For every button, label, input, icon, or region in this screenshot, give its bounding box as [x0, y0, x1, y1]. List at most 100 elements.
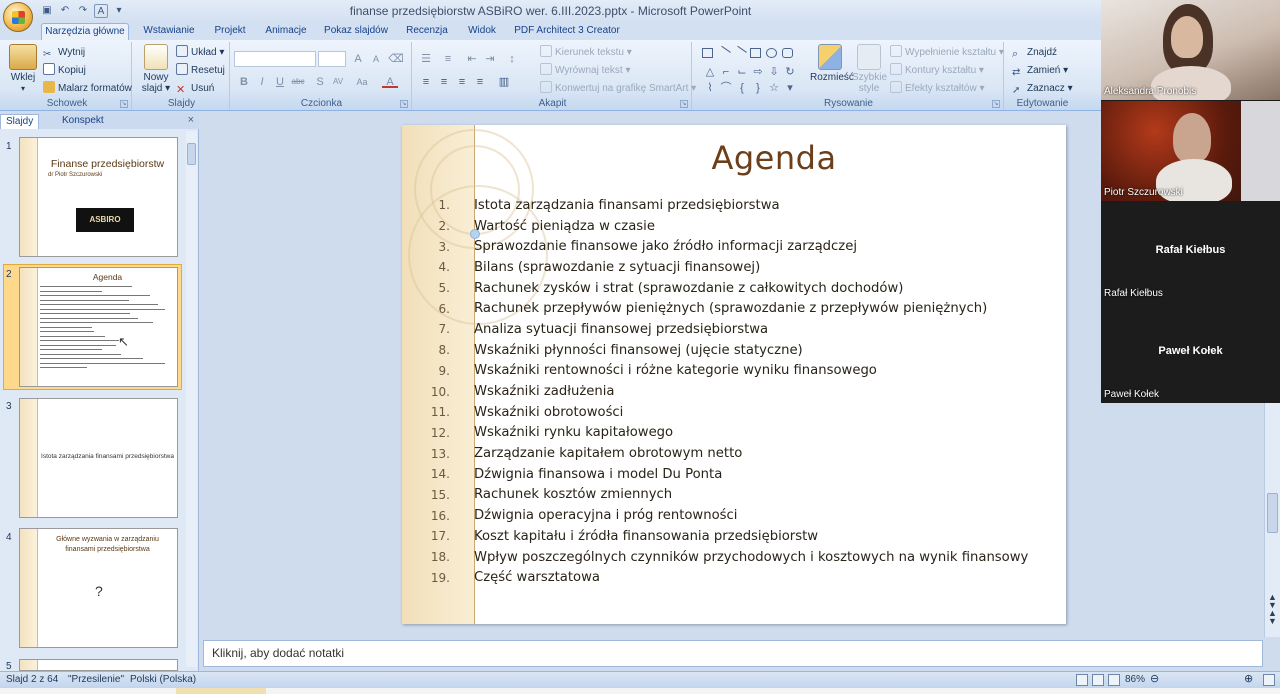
office-button[interactable]	[3, 2, 33, 32]
italic-button[interactable]: I	[254, 74, 270, 90]
select-button[interactable]: ➚ Zaznacz ▾	[1012, 81, 1073, 97]
normal-view-icon[interactable]	[1076, 674, 1088, 686]
tab-slides[interactable]: Slajdy	[0, 114, 40, 129]
layout-button[interactable]: Układ ▾	[176, 45, 224, 61]
slide-canvas[interactable]: Agenda 1. Istota zarządzania finansami pr…	[402, 125, 1066, 624]
tab-outline[interactable]: Konspekt	[57, 114, 109, 129]
shape-outline-button[interactable]: Kontury kształtu ▾	[890, 63, 984, 79]
align-right-icon[interactable]: ≡	[454, 74, 470, 90]
text-direction-button[interactable]: Kierunek tekstu ▾	[540, 45, 632, 61]
thumbnails-scrollbar[interactable]	[186, 131, 197, 667]
char-spacing-button[interactable]: AV	[330, 74, 346, 90]
slide-thumbnail-5[interactable]	[19, 659, 178, 671]
slide-thumbnail-4[interactable]: Główne wyzwania w zarządzaniu finansami …	[19, 528, 178, 648]
align-left-icon[interactable]: ≡	[418, 74, 434, 90]
font-launcher-icon[interactable]: ↘	[400, 100, 408, 108]
tab-view[interactable]: Widok	[462, 23, 502, 40]
language-indicator[interactable]: Polski (Polska)	[130, 674, 196, 685]
delete-slide-button[interactable]: ✕ Usuń	[176, 81, 214, 97]
shapes-more-icon[interactable]: ▾	[782, 80, 798, 96]
scroll-thumb[interactable]	[187, 143, 196, 165]
change-case-button[interactable]: Aa	[354, 74, 370, 90]
bullets-icon[interactable]: ☰	[418, 51, 434, 67]
prev-next-slide-icon[interactable]: ▲ ▼ ▲ ▼	[1268, 593, 1277, 626]
columns-icon[interactable]: ▥	[496, 74, 512, 90]
shape-line-icon[interactable]	[716, 45, 731, 61]
shape-rounded-rect-icon[interactable]	[782, 48, 793, 58]
bold-button[interactable]: B	[236, 74, 252, 90]
shape-brace-icon[interactable]: }	[750, 80, 766, 96]
video-tile-rafal[interactable]: Rafał Kiełbus Rafał Kiełbus	[1101, 202, 1280, 302]
increase-indent-icon[interactable]: ⇥	[482, 51, 498, 67]
shrink-font-button[interactable]: A	[368, 51, 384, 67]
justify-icon[interactable]: ≡	[472, 74, 488, 90]
font-size-combo[interactable]	[318, 51, 346, 67]
shape-effects-button[interactable]: Efekty kształtów ▾	[890, 81, 985, 97]
pane-close-icon[interactable]: ×	[188, 114, 194, 126]
tab-home[interactable]: Narzędzia główne	[41, 23, 129, 40]
font-color-button[interactable]: A	[382, 74, 398, 88]
quick-styles-button[interactable]: Szybkie style	[852, 44, 887, 94]
shape-arrow-icon[interactable]	[732, 45, 747, 61]
numbering-icon[interactable]: ≡	[440, 51, 456, 67]
scroll-thumb[interactable]	[1267, 493, 1278, 533]
tab-slideshow[interactable]: Pokaz slajdów	[320, 23, 392, 40]
line-spacing-icon[interactable]: ↕	[504, 51, 520, 67]
zoom-in-icon[interactable]: ⊕	[1244, 672, 1253, 685]
video-tile-pawel[interactable]: Paweł Kołek Paweł Kołek	[1101, 303, 1280, 403]
notes-pane[interactable]: Kliknij, aby dodać notatki	[203, 640, 1263, 667]
slideshow-view-icon[interactable]	[1108, 674, 1120, 686]
arrange-button[interactable]: Rozmieść	[810, 44, 854, 83]
tab-review[interactable]: Recenzja	[401, 23, 453, 40]
underline-button[interactable]: U	[272, 74, 288, 90]
font-family-combo[interactable]	[234, 51, 316, 67]
find-button[interactable]: ⌕ Znajdź	[1012, 45, 1057, 61]
reset-button[interactable]: Resetuj	[176, 63, 225, 79]
shape-elbow-icon[interactable]: ⌐	[718, 64, 734, 80]
shape-right-arrow-icon[interactable]: ⇨	[750, 64, 766, 80]
shape-bracket-icon[interactable]: {	[734, 80, 750, 96]
clipboard-launcher-icon[interactable]: ↘	[120, 100, 128, 108]
zoom-level[interactable]: 86%	[1125, 674, 1145, 685]
strikethrough-button[interactable]: abc	[290, 74, 306, 90]
video-tile-piotr[interactable]: Piotr Szczurowski	[1101, 101, 1280, 201]
agenda-list[interactable]: 1. Istota zarządzania finansami przedsięb…	[426, 195, 1028, 588]
shape-star-icon[interactable]: ☆	[766, 80, 782, 96]
shape-textbox-icon[interactable]	[702, 48, 713, 58]
slide-title[interactable]: Agenda	[662, 139, 886, 177]
copy-button[interactable]: Kopiuj	[43, 63, 86, 79]
shape-fill-button[interactable]: Wypełnienie kształtu ▾	[890, 45, 1004, 61]
shape-oval-icon[interactable]	[766, 48, 777, 58]
decrease-indent-icon[interactable]: ⇤	[464, 51, 480, 67]
slide-thumbnail-3[interactable]: Istota zarządzania finansami przedsiębio…	[19, 398, 178, 518]
slide-thumbnail-2[interactable]: Agenda ↖	[19, 267, 178, 387]
replace-button[interactable]: ⇄ Zamień ▾	[1012, 63, 1068, 79]
paragraph-launcher-icon[interactable]: ↘	[680, 100, 688, 108]
shape-connector-icon[interactable]: ⌙	[734, 64, 750, 80]
slide-sorter-icon[interactable]	[1092, 674, 1104, 686]
align-center-icon[interactable]: ≡	[436, 74, 452, 90]
align-text-button[interactable]: Wyrównaj tekst ▾	[540, 63, 631, 79]
shape-triangle-icon[interactable]: △	[702, 64, 718, 80]
zoom-out-icon[interactable]: ⊖	[1150, 672, 1159, 685]
tab-pdf-architect[interactable]: PDF Architect 3 Creator	[511, 23, 623, 40]
shape-freeform-icon[interactable]: ⌇	[702, 80, 718, 96]
drawing-launcher-icon[interactable]: ↘	[992, 100, 1000, 108]
slide-thumbnail-1[interactable]: Finanse przedsiębiorstw dr Piotr Szczuro…	[19, 137, 178, 257]
shape-rectangle-icon[interactable]	[750, 48, 761, 58]
new-slide-button[interactable]: Nowy slajd ▾	[138, 44, 174, 94]
shape-arc-icon[interactable]: ⌒	[718, 80, 734, 96]
shape-down-arrow-icon[interactable]: ⇩	[766, 64, 782, 80]
shape-curve-icon[interactable]: ↻	[782, 64, 798, 80]
format-painter-button[interactable]: Malarz formatów	[43, 81, 132, 97]
fit-slide-icon[interactable]	[1263, 674, 1275, 686]
shadow-button[interactable]: S	[312, 74, 328, 90]
clear-format-icon[interactable]: ⌫	[388, 51, 404, 67]
paste-button[interactable]: Wklej ▾	[6, 44, 40, 94]
tab-animations[interactable]: Animacje	[261, 23, 311, 40]
smartart-button[interactable]: Konwertuj na grafikę SmartArt ▾	[540, 81, 696, 97]
tab-design[interactable]: Projekt	[208, 23, 252, 40]
video-tile-aleksandra[interactable]: Aleksandra Pronobis	[1101, 0, 1280, 100]
cut-button[interactable]: ✂ Wytnij	[43, 45, 85, 61]
tab-insert[interactable]: Wstawianie	[138, 23, 200, 40]
